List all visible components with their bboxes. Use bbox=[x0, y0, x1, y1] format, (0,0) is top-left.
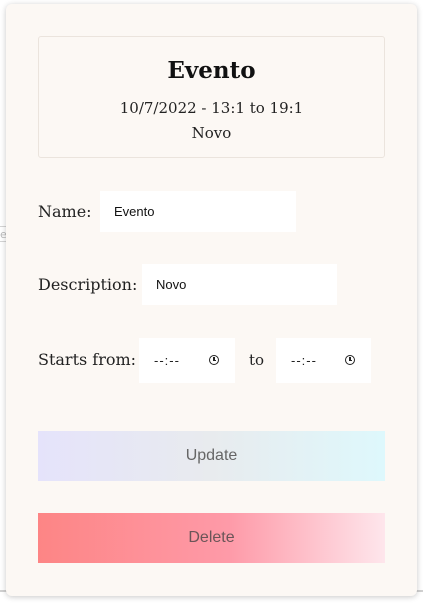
description-input[interactable]: Novo bbox=[142, 264, 337, 305]
clock-icon[interactable] bbox=[209, 355, 219, 365]
end-time-placeholder: --:-- bbox=[291, 353, 317, 368]
name-input-value: Evento bbox=[114, 204, 155, 219]
event-description: Novo bbox=[191, 124, 232, 142]
to-label: to bbox=[249, 351, 265, 369]
clock-icon[interactable] bbox=[345, 355, 355, 365]
name-input[interactable]: Evento bbox=[100, 191, 296, 232]
update-button[interactable]: Update bbox=[38, 431, 385, 481]
name-label: Name: bbox=[38, 202, 92, 221]
delete-button-label: Delete bbox=[188, 529, 235, 546]
starts-from-label: Starts from: bbox=[38, 350, 137, 369]
description-label: Description: bbox=[38, 275, 138, 294]
delete-button[interactable]: Delete bbox=[38, 513, 385, 563]
update-button-label: Update bbox=[185, 447, 238, 464]
start-time-placeholder: --:-- bbox=[154, 353, 180, 368]
event-summary-card: Evento 10/7/2022 - 13:1 to 19:1 Novo bbox=[38, 36, 385, 158]
event-dates: 10/7/2022 - 13:1 to 19:1 bbox=[119, 99, 304, 117]
end-time-input[interactable]: --:-- bbox=[276, 338, 371, 383]
edit-event-modal: Evento 10/7/2022 - 13:1 to 19:1 Novo Nam… bbox=[6, 4, 417, 596]
event-title: Evento bbox=[167, 57, 256, 84]
description-input-value: Novo bbox=[156, 277, 187, 292]
start-time-input[interactable]: --:-- bbox=[139, 338, 235, 383]
